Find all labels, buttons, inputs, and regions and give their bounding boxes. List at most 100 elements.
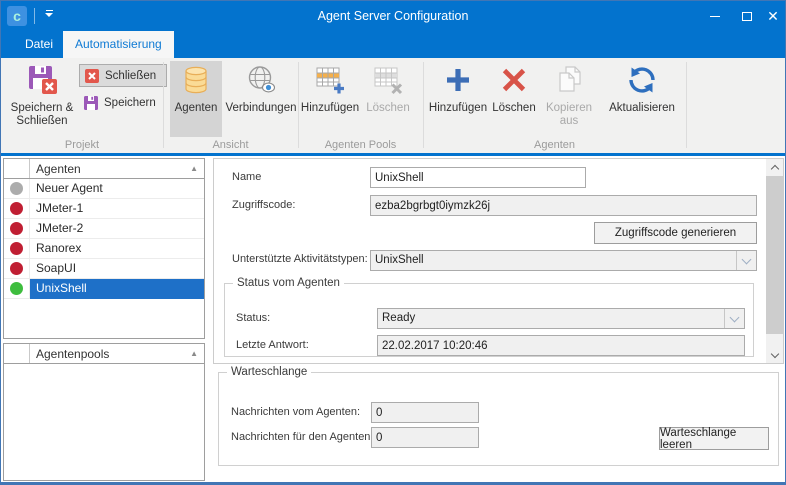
- copy-icon: [553, 64, 585, 99]
- agent-name: JMeter-1: [30, 199, 204, 219]
- maximize-icon: [742, 12, 752, 21]
- close-icon: ✕: [767, 8, 779, 25]
- status-dot: [10, 202, 23, 215]
- pool-delete-label: Löschen: [366, 102, 409, 115]
- name-input[interactable]: [370, 167, 586, 188]
- scroll-down-button[interactable]: [766, 347, 783, 363]
- save-close-label: Speichern & Schließen: [9, 102, 75, 128]
- pools-list-header[interactable]: Agentenpools ▲: [4, 344, 204, 364]
- agent-list-item[interactable]: JMeter-2: [4, 219, 204, 239]
- messages-from-agent-label: Nachrichten vom Agenten:: [231, 406, 360, 418]
- connections-view-label: Verbindungen: [226, 102, 297, 115]
- messages-for-agent-label: Nachrichten für den Agenten:: [231, 431, 373, 443]
- queue-group: Warteschlange Nachrichten vom Agenten: N…: [218, 366, 779, 466]
- save-close-button[interactable]: Speichern & Schließen: [9, 61, 75, 137]
- agent-list-item[interactable]: JMeter-1: [4, 199, 204, 219]
- access-code-field[interactable]: [370, 195, 757, 216]
- group-separator: [298, 62, 299, 148]
- agent-delete-button[interactable]: Löschen: [490, 61, 538, 137]
- scroll-thumb[interactable]: [766, 176, 783, 334]
- agents-list-header[interactable]: Agenten ▲: [4, 159, 204, 179]
- agents-header-label: Agenten: [30, 162, 190, 176]
- clear-queue-button[interactable]: Warteschlange leeren: [659, 427, 769, 450]
- minimize-button[interactable]: [700, 1, 730, 31]
- chevron-down-icon[interactable]: [736, 251, 756, 270]
- status-dot: [10, 182, 23, 195]
- save-project-button[interactable]: Speichern: [79, 91, 167, 114]
- tab-datei[interactable]: Datei: [13, 31, 65, 58]
- agent-pools-list: Agentenpools ▲: [3, 343, 205, 481]
- group-label-ansicht: Ansicht: [163, 139, 298, 152]
- scroll-up-button[interactable]: [766, 159, 783, 175]
- generate-access-code-button[interactable]: Zugriffscode generieren: [594, 222, 757, 244]
- agent-add-button[interactable]: Hinzufügen: [428, 61, 488, 137]
- table-add-icon: [314, 64, 346, 99]
- agent-detail-panel: Name Zugriffscode: Zugriffscode generier…: [213, 158, 784, 364]
- agents-list: Agenten ▲ Neuer Agent JMeter-1 JMeter-2 …: [3, 158, 205, 339]
- ribbon-tab-row: Datei Automatisierung: [1, 31, 785, 58]
- group-separator: [686, 62, 687, 148]
- tab-automatisierung[interactable]: Automatisierung: [63, 31, 174, 58]
- agent-refresh-label: Aktualisieren: [609, 102, 675, 115]
- clear-queue-label: Warteschlange leeren: [660, 427, 768, 451]
- agent-server-configuration-window: c Agent Server Configuration ✕ Datei Aut…: [0, 0, 786, 485]
- pool-delete-button[interactable]: Löschen: [362, 61, 414, 137]
- activity-types-select[interactable]: UnixShell: [370, 250, 757, 271]
- pool-add-button[interactable]: Hinzufügen: [300, 61, 360, 137]
- table-delete-icon: [372, 64, 404, 99]
- messages-for-agent-field[interactable]: [371, 427, 479, 448]
- agent-list-item-selected[interactable]: UnixShell: [4, 279, 204, 299]
- name-label: Name: [232, 171, 261, 183]
- agent-list-item[interactable]: Neuer Agent: [4, 179, 204, 199]
- status-value: Ready: [382, 309, 415, 328]
- main-area: Agenten ▲ Neuer Agent JMeter-1 JMeter-2 …: [1, 156, 786, 483]
- window-title: Agent Server Configuration: [1, 1, 785, 31]
- delete-x-icon: [498, 64, 530, 99]
- save-close-icon: [26, 64, 58, 99]
- agents-view-button[interactable]: Agenten: [170, 61, 222, 137]
- agent-name: SoapUI: [30, 259, 204, 279]
- status-group-title: Status vom Agenten: [233, 277, 344, 289]
- messages-from-agent-field[interactable]: [371, 402, 479, 423]
- activity-types-label: Unterstützte Aktivitätstypen:: [232, 253, 368, 265]
- last-response-field[interactable]: [377, 335, 745, 356]
- close-project-button[interactable]: Schließen: [79, 64, 167, 87]
- agent-list-item[interactable]: SoapUI: [4, 259, 204, 279]
- close-button[interactable]: ✕: [758, 1, 786, 31]
- status-dot: [10, 222, 23, 235]
- agent-list-item[interactable]: Ranorex: [4, 239, 204, 259]
- agents-database-icon: [180, 64, 212, 99]
- pool-add-label: Hinzufügen: [301, 102, 359, 115]
- connections-globe-icon: [245, 64, 277, 99]
- close-project-label: Schließen: [105, 70, 156, 82]
- agent-delete-label: Löschen: [492, 102, 535, 115]
- status-label: Status:: [236, 312, 270, 324]
- chevron-up-icon: [770, 164, 778, 172]
- ribbon: Speichern & Schließen Schließen Speich: [1, 58, 785, 153]
- activity-types-value: UnixShell: [375, 251, 424, 270]
- group-separator: [163, 62, 164, 148]
- group-separator: [423, 62, 424, 148]
- status-select[interactable]: Ready: [377, 308, 745, 329]
- last-response-label: Letzte Antwort:: [236, 339, 309, 351]
- minimize-icon: [710, 16, 720, 17]
- chevron-down-icon[interactable]: [724, 309, 744, 328]
- agent-name: Neuer Agent: [30, 179, 204, 199]
- refresh-icon: [626, 64, 658, 99]
- vertical-scrollbar[interactable]: [766, 159, 783, 363]
- agent-refresh-button[interactable]: Aktualisieren: [602, 61, 682, 137]
- close-file-icon: [84, 68, 100, 84]
- agent-name: Ranorex: [30, 239, 204, 259]
- connections-view-button[interactable]: Verbindungen: [224, 61, 298, 137]
- access-code-label: Zugriffscode:: [232, 199, 295, 211]
- agent-copy-label: Kopieren aus: [540, 102, 598, 128]
- agents-view-label: Agenten: [175, 102, 218, 115]
- agent-add-label: Hinzufügen: [429, 102, 487, 115]
- titlebar: c Agent Server Configuration ✕: [1, 1, 785, 31]
- sort-ascending-icon: ▲: [190, 349, 198, 358]
- sort-ascending-icon: ▲: [190, 164, 198, 173]
- status-dot: [10, 262, 23, 275]
- status-dot: [10, 282, 23, 295]
- save-project-label: Speichern: [104, 97, 156, 109]
- agent-copy-button[interactable]: Kopieren aus: [540, 61, 598, 137]
